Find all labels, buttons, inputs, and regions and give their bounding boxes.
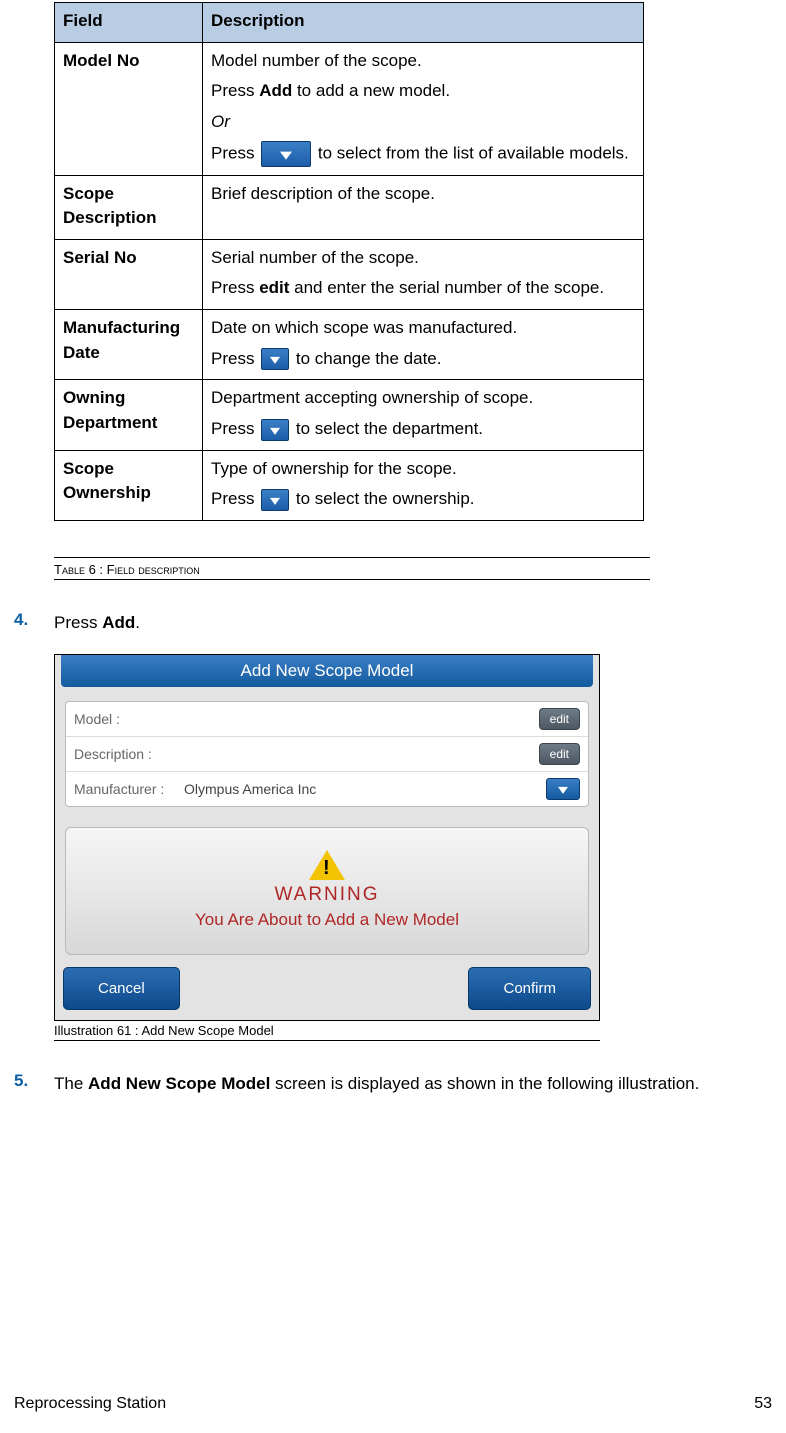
dropdown-icon [261,141,311,167]
model-label: Model : [74,711,184,727]
field-label: Serial No [63,248,137,267]
desc-text: Date on which scope was manufactured. [211,316,635,341]
desc-text: Press to select the ownership. [211,487,635,512]
dropdown-icon [261,489,289,511]
manufacturer-label: Manufacturer : [74,781,184,797]
illustration-caption: Illustration 61 : Add New Scope Model [54,1023,600,1041]
confirm-button[interactable]: Confirm [468,967,591,1010]
footer-title: Reprocessing Station [14,1395,166,1413]
step-text: Press Add. [54,610,772,636]
cancel-button[interactable]: Cancel [63,967,180,1010]
description-row: Description : edit [66,737,588,772]
edit-button[interactable]: edit [539,743,580,765]
dropdown-icon[interactable] [546,778,580,800]
dialog-button-bar: Cancel Confirm [55,965,599,1020]
form-card: Model : edit Description : edit Manufact… [65,701,589,807]
step-number: 5. [14,1071,54,1097]
dropdown-icon [261,348,289,370]
th-field: Field [55,3,203,43]
manufacturer-row: Manufacturer : Olympus America Inc [66,772,588,806]
field-label: Scope Description [63,184,157,228]
table-row: Scope Description Brief description of t… [55,175,644,239]
desc-text: Press Add to add a new model. [211,79,635,104]
warning-panel: WARNING You Are About to Add a New Model [65,827,589,955]
desc-text: Press edit and enter the serial number o… [211,276,635,301]
dropdown-icon [261,419,289,441]
field-label: Manufacturing Date [63,318,180,362]
desc-text: Brief description of the scope. [211,182,635,207]
desc-text: Or [211,110,635,135]
page-footer: Reprocessing Station 53 [14,1395,772,1413]
desc-text: Press to select the department. [211,417,635,442]
table-row: Serial No Serial number of the scope. Pr… [55,239,644,309]
description-label: Description : [74,746,184,762]
edit-button[interactable]: edit [539,708,580,730]
warning-title: WARNING [76,884,578,906]
warning-icon [309,850,345,880]
dialog-title: Add New Scope Model [61,655,593,687]
field-label: Owning Department [63,388,157,432]
page-number: 53 [754,1395,772,1413]
table-row: Model No Model number of the scope. Pres… [55,42,644,175]
warning-message: You Are About to Add a New Model [76,910,578,930]
table-row: Owning Department Department accepting o… [55,380,644,450]
table-row: Manufacturing Date Date on which scope w… [55,310,644,380]
field-label: Model No [63,51,140,70]
th-desc: Description [203,3,644,43]
field-label: Scope Ownership [63,459,151,503]
illustration-add-new-scope-model: Add New Scope Model Model : edit Descrip… [54,654,600,1021]
model-row: Model : edit [66,702,588,737]
desc-text: Press to select from the list of availab… [211,141,635,167]
field-description-table: Field Description Model No Model number … [54,2,644,521]
step-4: 4. Press Add. [14,610,772,636]
desc-text: Department accepting ownership of scope. [211,386,635,411]
desc-text: Serial number of the scope. [211,246,635,271]
desc-text: Press to change the date. [211,347,635,372]
table-caption: Table 6 : Field description [54,562,650,580]
caption-rule [54,557,650,558]
step-number: 4. [14,610,54,636]
manufacturer-value: Olympus America Inc [184,781,546,797]
desc-text: Model number of the scope. [211,49,635,74]
desc-text: Type of ownership for the scope. [211,457,635,482]
table-row: Scope Ownership Type of ownership for th… [55,450,644,520]
step-text: The Add New Scope Model screen is displa… [54,1071,772,1097]
step-5: 5. The Add New Scope Model screen is dis… [14,1071,772,1097]
